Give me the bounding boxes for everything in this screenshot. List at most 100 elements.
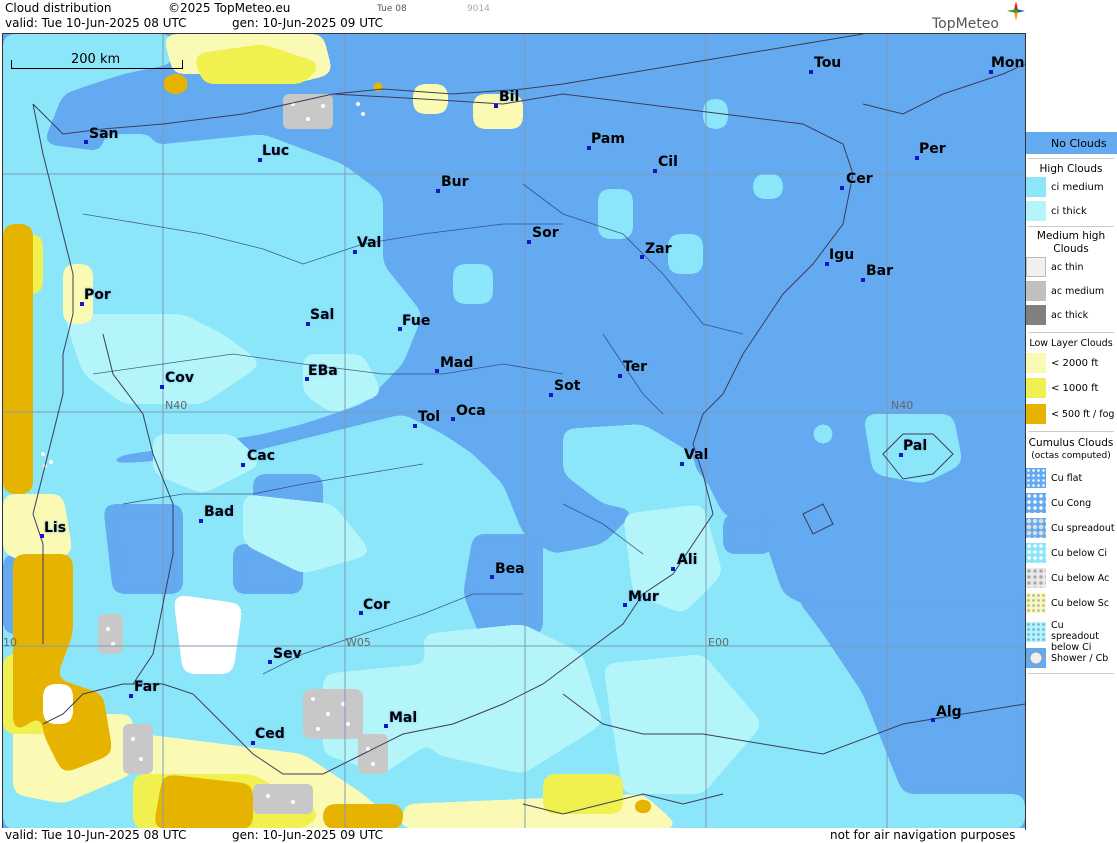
footer-valid-time: valid: Tue 10-Jun-2025 08 UTC (5, 828, 187, 842)
swatch-cu-flat (1026, 468, 1046, 488)
grid-label-n40-east: N40 (891, 399, 914, 412)
city-label: San (89, 126, 119, 142)
city-label: Mad (440, 355, 474, 371)
product-code: 9014 (467, 4, 490, 14)
legend-cu-subtitle: (octas computed) (1031, 451, 1111, 461)
cloud-map[interactable]: 200 km N40 N40 W05 E00 10 Tou Mon Bil Sa… (2, 33, 1026, 830)
city-label: Pam (591, 131, 625, 147)
swatch-cu-spread (1026, 518, 1046, 538)
legend-ci-medium: ci medium (1026, 177, 1117, 199)
city-marker (623, 603, 627, 607)
legend-ac-thin: ac thin (1026, 257, 1117, 279)
shower-cb-icon (1029, 651, 1043, 665)
swatch-ci-medium (1026, 177, 1046, 197)
city-marker (160, 385, 164, 389)
city-marker (490, 575, 494, 579)
city-marker (618, 374, 622, 378)
footer-disclaimer: not for air navigation purposes (830, 828, 1016, 842)
legend-cu-spread: Cu spreadout (1026, 518, 1117, 540)
gen-time: gen: 10-Jun-2025 09 UTC (232, 16, 384, 30)
grid-label-e00: E00 (708, 636, 729, 649)
map-title: Cloud distribution (5, 1, 112, 15)
city-label: Ced (255, 726, 285, 742)
city-label: Bar (866, 263, 894, 279)
legend-no-clouds: No Clouds (1026, 132, 1117, 154)
city-label: Fue (402, 313, 431, 329)
legend-medium-title: Medium high Clouds (1036, 230, 1106, 255)
city-label: Cac (247, 448, 276, 464)
city-label: Ali (677, 552, 698, 568)
legend-separator (1028, 158, 1114, 159)
city-marker (436, 189, 440, 193)
swatch-low-2000 (1026, 353, 1046, 373)
city-label: Tol (418, 409, 441, 425)
city-marker (494, 104, 498, 108)
compass-icon (1007, 1, 1025, 21)
scale-label: 200 km (71, 52, 121, 67)
legend-cu-cong: Cu Cong (1026, 493, 1117, 515)
city-marker (931, 718, 935, 722)
swatch-ci-thick (1026, 201, 1046, 221)
cloud-layers (3, 34, 1025, 829)
city-label: Pal (903, 438, 928, 454)
swatch-ac-thick (1026, 305, 1046, 325)
city-label: Alg (936, 704, 962, 720)
city-label: Mur (628, 589, 659, 605)
city-label: Por (84, 287, 111, 303)
legend-panel: No Clouds High Clouds ci medium ci thick… (1026, 0, 1117, 843)
legend-cu-flat: Cu flat (1026, 468, 1117, 490)
city-marker (640, 255, 644, 259)
header-bar: Cloud distribution ©2025 TopMeteo.eu Tue… (0, 0, 1025, 32)
topmeteo-logo: TopMeteo (932, 0, 1025, 32)
legend-cu-below-ac: Cu below Ac (1026, 568, 1117, 590)
legend-separator (1028, 226, 1114, 227)
swatch-low-1000 (1026, 378, 1046, 398)
city-label: Sot (554, 378, 581, 394)
city-label: Tou (814, 55, 842, 71)
city-label: Sor (532, 225, 559, 241)
legend-cu-below-sc: Cu below Sc (1026, 593, 1117, 615)
legend-low-500: < 500 ft / fog (1026, 404, 1117, 426)
legend-separator (1028, 332, 1114, 333)
city-label: Sal (310, 307, 335, 323)
scale-bar: 200 km (11, 50, 183, 70)
city-label: Cor (363, 597, 390, 613)
city-marker (84, 140, 88, 144)
swatch-shower (1026, 648, 1046, 668)
day-code: Tue 08 (377, 4, 407, 14)
city-label: Mal (389, 710, 418, 726)
city-label: Per (919, 141, 946, 157)
footer-bar: valid: Tue 10-Jun-2025 08 UTC gen: 10-Ju… (0, 828, 1025, 843)
swatch-low-500 (1026, 404, 1046, 424)
city-marker (671, 567, 675, 571)
city-label: Bil (499, 89, 520, 105)
city-marker (241, 463, 245, 467)
city-marker (549, 393, 553, 397)
city-marker (129, 694, 133, 698)
city-label: Oca (456, 403, 486, 419)
legend-separator (1028, 431, 1114, 432)
city-label: Luc (262, 143, 290, 159)
legend-low-2000: < 2000 ft (1026, 353, 1117, 375)
swatch-cu-below-ci (1026, 543, 1046, 563)
grid-label-w05: W05 (346, 636, 371, 649)
swatch-cu-below-ac (1026, 568, 1046, 588)
city-label: Zar (645, 241, 672, 257)
swatch-cu-spread-below-ci (1026, 622, 1046, 642)
city-marker (653, 169, 657, 173)
city-label: Val (684, 447, 709, 463)
legend-low-1000: < 1000 ft (1026, 378, 1117, 400)
legend-ac-thick: ac thick (1026, 305, 1117, 327)
city-label: Sev (273, 646, 302, 662)
legend-ac-medium: ac medium (1026, 281, 1117, 303)
city-marker (199, 519, 203, 523)
city-marker (413, 424, 417, 428)
city-label: Cil (658, 154, 678, 170)
legend-cu-below-ci: Cu below Ci (1026, 543, 1117, 565)
city-label: Bur (441, 174, 469, 190)
legend-low-title: Low Layer Clouds (1029, 338, 1113, 349)
city-label: Bea (495, 561, 525, 577)
legend-shower: Shower / Cb (1026, 648, 1117, 670)
swatch-cu-below-sc (1026, 593, 1046, 613)
legend-ci-thick: ci thick (1026, 201, 1117, 223)
